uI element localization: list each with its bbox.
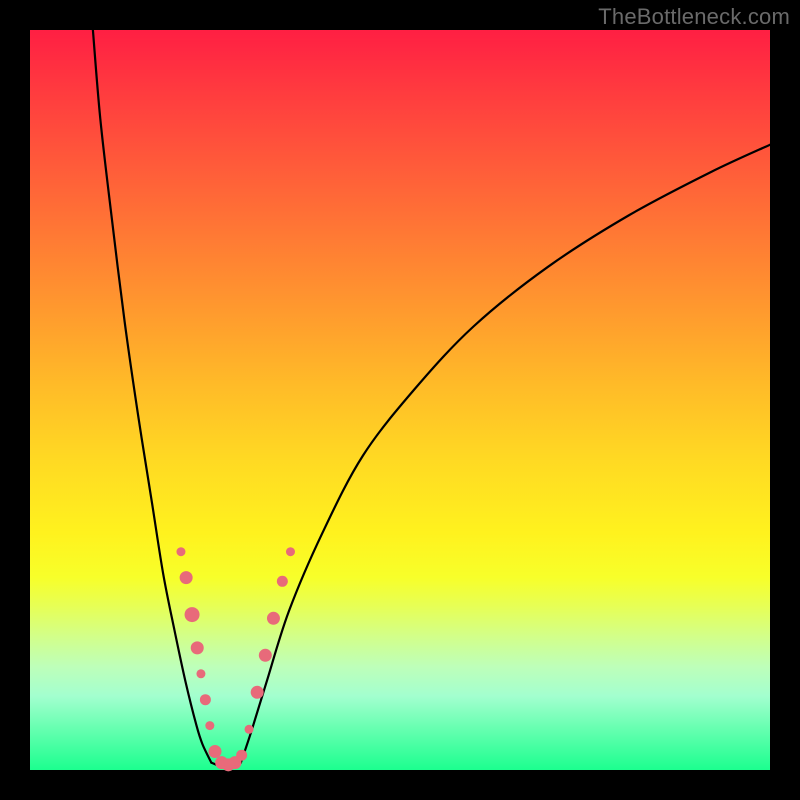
data-marker: [251, 686, 264, 699]
data-marker: [259, 649, 272, 662]
data-marker: [196, 669, 205, 678]
data-marker: [209, 745, 222, 758]
data-marker: [205, 721, 214, 730]
data-marker: [191, 641, 204, 654]
data-marker: [236, 750, 247, 761]
curve-right-branch: [241, 145, 770, 763]
curve-group: [93, 30, 770, 767]
data-marker: [245, 725, 254, 734]
data-marker: [176, 547, 185, 556]
data-marker: [185, 607, 200, 622]
bottleneck-curve-plot: [30, 30, 770, 770]
data-marker: [286, 547, 295, 556]
data-marker: [180, 571, 193, 584]
marker-group: [176, 547, 295, 771]
data-marker: [200, 694, 211, 705]
plot-frame: [30, 30, 770, 770]
data-marker: [277, 576, 288, 587]
watermark-text: TheBottleneck.com: [598, 4, 790, 30]
data-marker: [267, 612, 280, 625]
